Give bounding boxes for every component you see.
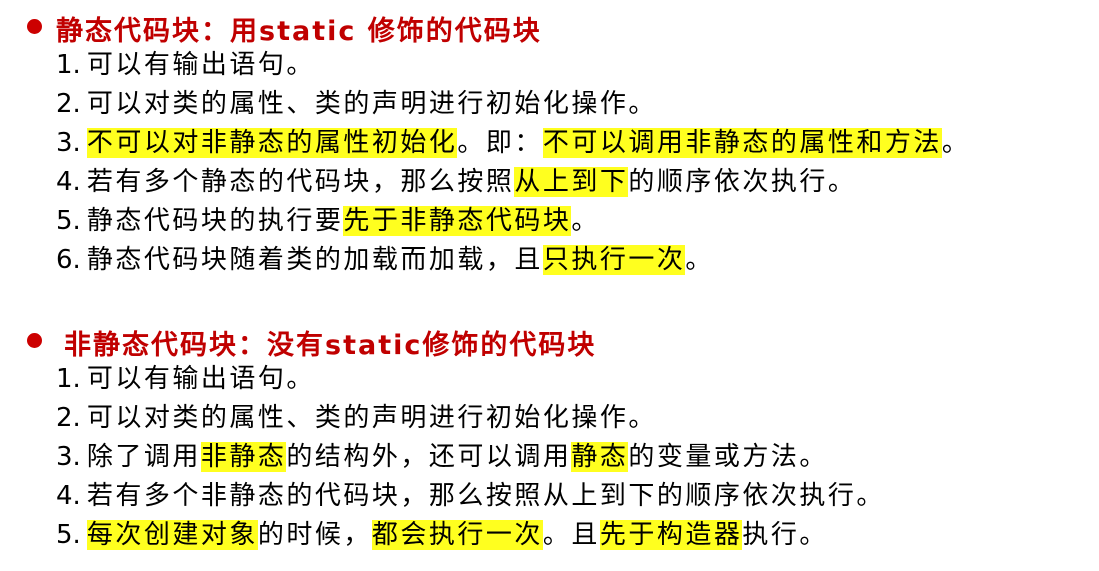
bullet-icon — [27, 19, 42, 34]
item-list: 1. 可以有输出语句。 2. 可以对类的属性、类的声明进行初始化操作。 3. 除了调用非静… — [0, 360, 1099, 555]
section-title: 静态代码块：用static 修饰的代码块 — [56, 16, 542, 47]
item-text: 静态代码块的执行要 — [86, 206, 344, 236]
item-text: 执行。 — [742, 520, 828, 550]
item-number: 5. — [56, 206, 81, 236]
highlighted-text: 每次创建对象 — [86, 520, 258, 550]
list-item: 5. 静态代码块的执行要先于非静态代码块。 — [56, 202, 1099, 241]
item-number: 2. — [56, 89, 81, 119]
item-list: 1. 可以有输出语句。 2. 可以对类的属性、类的声明进行初始化操作。 3. 不可以对非静… — [0, 46, 1099, 280]
item-text: 可以对类的属性、类的声明进行初始化操作。 — [86, 403, 657, 433]
list-item: 3. 除了调用非静态的结构外，还可以调用静态的变量或方法。 — [56, 438, 1099, 477]
item-number: 3. — [56, 442, 81, 472]
list-item: 2. 可以对类的属性、类的声明进行初始化操作。 — [56, 399, 1099, 438]
list-item: 2. 可以对类的属性、类的声明进行初始化操作。 — [56, 85, 1099, 124]
item-text: 除了调用 — [86, 442, 201, 472]
item-number: 3. — [56, 128, 81, 158]
item-text: 的变量或方法。 — [628, 442, 828, 472]
item-text: 。 — [941, 128, 971, 158]
item-text: 可以有输出语句。 — [86, 50, 315, 80]
list-item: 5. 每次创建对象的时候，都会执行一次。且先于构造器执行。 — [56, 516, 1099, 555]
highlighted-text: 不可以对非静态的属性初始化 — [86, 128, 458, 158]
highlighted-text: 只执行一次 — [542, 245, 686, 275]
item-number: 2. — [56, 403, 81, 433]
slide: { "colors": { "heading": "#c00000", "bul… — [0, 0, 1099, 571]
item-text: 。且 — [542, 520, 600, 550]
highlighted-text: 都会执行一次 — [371, 520, 543, 550]
item-text: 。 — [685, 245, 714, 275]
list-item: 4. 若有多个静态的代码块，那么按照从上到下的顺序依次执行。 — [56, 163, 1099, 202]
item-text: 若有多个静态的代码块，那么按照 — [86, 167, 515, 197]
item-text: 若有多个非静态的代码块，那么按照从上到下的顺序依次执行。 — [86, 481, 885, 511]
highlighted-text: 先于构造器 — [599, 520, 743, 550]
item-text: 可以对类的属性、类的声明进行初始化操作。 — [86, 89, 657, 119]
item-text: 。即： — [457, 128, 543, 158]
highlighted-text: 从上到下 — [514, 167, 629, 197]
highlighted-text: 静态 — [571, 442, 629, 472]
list-item: 6. 静态代码块随着类的加载而加载，且只执行一次。 — [56, 241, 1099, 280]
list-item: 1. 可以有输出语句。 — [56, 46, 1099, 85]
section-heading: 静态代码块：用static 修饰的代码块 — [0, 6, 1099, 47]
item-number: 1. — [56, 364, 81, 394]
item-number: 4. — [56, 167, 81, 197]
highlighted-text: 先于非静态代码块 — [343, 206, 572, 236]
highlighted-text: 不可以调用非静态的属性和方法 — [542, 128, 942, 158]
item-text: 可以有输出语句。 — [86, 364, 315, 394]
list-item: 4. 若有多个非静态的代码块，那么按照从上到下的顺序依次执行。 — [56, 477, 1099, 516]
section-title: 非静态代码块：没有static修饰的代码块 — [64, 330, 597, 361]
bullet-icon — [27, 333, 42, 348]
section-heading: 非静态代码块：没有static修饰的代码块 — [0, 320, 1099, 361]
item-number: 5. — [56, 520, 81, 550]
item-text: 静态代码块随着类的加载而加载，且 — [86, 245, 543, 275]
non-static-block-section: 非静态代码块：没有static修饰的代码块 1. 可以有输出语句。 2. 可以对类的属… — [0, 320, 1099, 555]
item-number: 4. — [56, 481, 81, 511]
item-text: 的结构外，还可以调用 — [286, 442, 572, 472]
item-text: 。 — [571, 206, 600, 236]
list-item: 1. 可以有输出语句。 — [56, 360, 1099, 399]
item-text: 的时候， — [257, 520, 372, 550]
list-item: 3. 不可以对非静态的属性初始化。即：不可以调用非静态的属性和方法。 — [56, 124, 1099, 163]
item-text: 的顺序依次执行。 — [628, 167, 857, 197]
item-number: 6. — [56, 245, 81, 275]
highlighted-text: 非静态 — [200, 442, 287, 472]
static-block-section: 静态代码块：用static 修饰的代码块 1. 可以有输出语句。 2. 可以对类的属性… — [0, 6, 1099, 280]
item-number: 1. — [56, 50, 81, 80]
